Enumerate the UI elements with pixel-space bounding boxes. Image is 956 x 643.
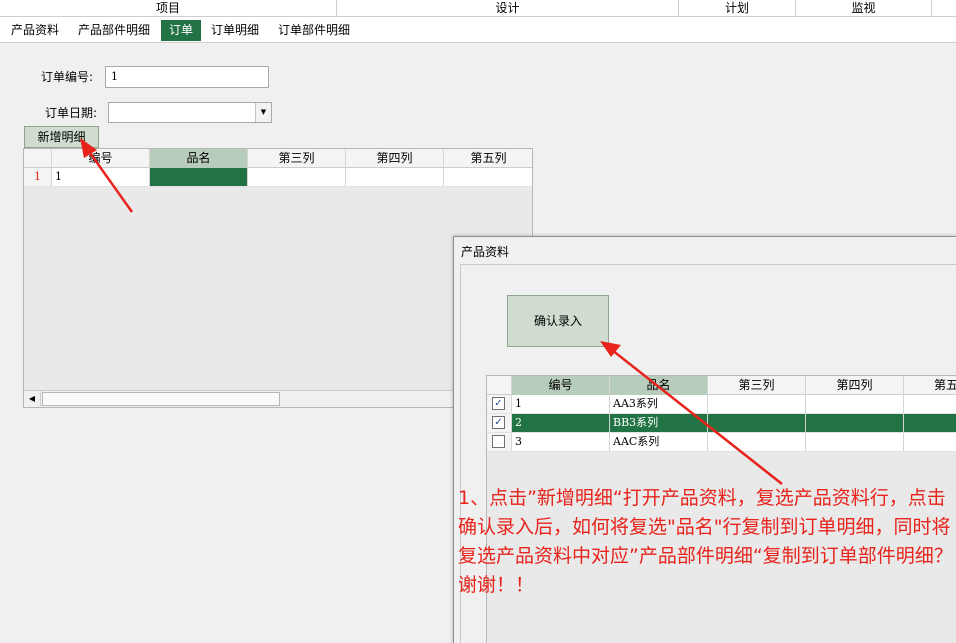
col-header[interactable]: 第五 bbox=[904, 376, 956, 395]
table-row[interactable]: 1 1 bbox=[24, 168, 532, 187]
add-detail-button[interactable]: 新增明细 bbox=[24, 126, 99, 148]
tab-bar: 产品资料 产品部件明细 订单 订单明细 订单部件明细 bbox=[0, 17, 956, 43]
table-cell[interactable] bbox=[904, 433, 956, 451]
table-cell[interactable]: BB3系列 bbox=[610, 414, 708, 432]
annotation-text: 1、点击”新增明细“打开产品资料，复选产品资料行，点击确认录入后，如何将复选"品… bbox=[458, 487, 953, 596]
table-cell[interactable]: 1 bbox=[512, 395, 610, 413]
table-cell[interactable] bbox=[444, 168, 532, 186]
col-header[interactable]: 第三列 bbox=[708, 376, 806, 395]
col-header[interactable]: 第三列 bbox=[248, 149, 346, 168]
table-row[interactable]: ✓ 1 AA3系列 bbox=[487, 395, 956, 414]
confirm-entry-button[interactable]: 确认录入 bbox=[507, 295, 609, 347]
table-cell[interactable] bbox=[346, 168, 444, 186]
order-date-label: 订单日期: bbox=[45, 106, 98, 120]
table-cell[interactable] bbox=[708, 414, 806, 432]
group-plan: 计划 bbox=[679, 0, 796, 17]
tab-order-detail[interactable]: 订单明细 bbox=[203, 20, 267, 41]
col-header[interactable]: 品名 bbox=[150, 149, 248, 168]
group-monitor: 监视 bbox=[796, 0, 932, 17]
table-cell[interactable]: AAC系列 bbox=[610, 433, 708, 451]
checkbox-unchecked-icon[interactable] bbox=[492, 435, 505, 448]
checkbox-checked-icon[interactable]: ✓ bbox=[492, 416, 505, 429]
table-cell[interactable] bbox=[708, 395, 806, 413]
row-header-corner bbox=[487, 376, 512, 395]
order-no-input[interactable]: 1 bbox=[105, 66, 269, 88]
table-cell[interactable] bbox=[708, 433, 806, 451]
col-header[interactable]: 编号 bbox=[512, 376, 610, 395]
table-cell[interactable]: 3 bbox=[512, 433, 610, 451]
tab-order-parts-detail[interactable]: 订单部件明细 bbox=[270, 20, 358, 41]
table-cell[interactable] bbox=[904, 395, 956, 413]
dialog-title: 产品资料 bbox=[461, 245, 510, 259]
group-design: 设计 bbox=[337, 0, 679, 17]
table-cell[interactable] bbox=[806, 395, 904, 413]
table-cell[interactable] bbox=[248, 168, 346, 186]
scroll-thumb[interactable] bbox=[42, 392, 280, 406]
table-cell[interactable]: 2 bbox=[512, 414, 610, 432]
table-cell[interactable]: 1 bbox=[52, 168, 150, 186]
grid-header: 编号 品名 第三列 第四列 第五 bbox=[487, 376, 956, 395]
scroll-left-icon[interactable]: ◀ bbox=[24, 391, 41, 407]
row-selector[interactable]: ✓ bbox=[487, 395, 512, 413]
table-row[interactable]: 3 AAC系列 bbox=[487, 433, 956, 452]
row-selector[interactable] bbox=[487, 433, 512, 451]
tab-order[interactable]: 订单 bbox=[161, 20, 202, 41]
order-date-picker[interactable]: ▼ bbox=[108, 102, 272, 123]
dropdown-arrow-icon[interactable]: ▼ bbox=[255, 103, 271, 122]
row-header-corner bbox=[24, 149, 52, 168]
grid-header: 编号 品名 第三列 第四列 第五列 bbox=[24, 149, 532, 168]
col-header[interactable]: 第四列 bbox=[806, 376, 904, 395]
table-cell-selected[interactable] bbox=[150, 168, 248, 186]
row-selector[interactable]: ✓ bbox=[487, 414, 512, 432]
tab-product-info[interactable]: 产品资料 bbox=[3, 20, 67, 41]
table-cell[interactable]: AA3系列 bbox=[610, 395, 708, 413]
table-cell[interactable] bbox=[806, 433, 904, 451]
ribbon-group-header: 项目 设计 计划 监视 bbox=[0, 0, 956, 17]
col-header[interactable]: 品名 bbox=[610, 376, 708, 395]
table-cell[interactable] bbox=[904, 414, 956, 432]
table-row-highlighted[interactable]: ✓ 2 BB3系列 bbox=[487, 414, 956, 433]
tab-product-parts[interactable]: 产品部件明细 bbox=[70, 20, 158, 41]
table-cell[interactable] bbox=[806, 414, 904, 432]
col-header[interactable]: 第四列 bbox=[346, 149, 444, 168]
col-header[interactable]: 编号 bbox=[52, 149, 150, 168]
group-project: 项目 bbox=[0, 0, 337, 17]
order-no-label: 订单编号: bbox=[41, 70, 94, 84]
checkbox-checked-icon[interactable]: ✓ bbox=[492, 397, 505, 410]
col-header[interactable]: 第五列 bbox=[444, 149, 532, 168]
row-number: 1 bbox=[24, 168, 52, 186]
